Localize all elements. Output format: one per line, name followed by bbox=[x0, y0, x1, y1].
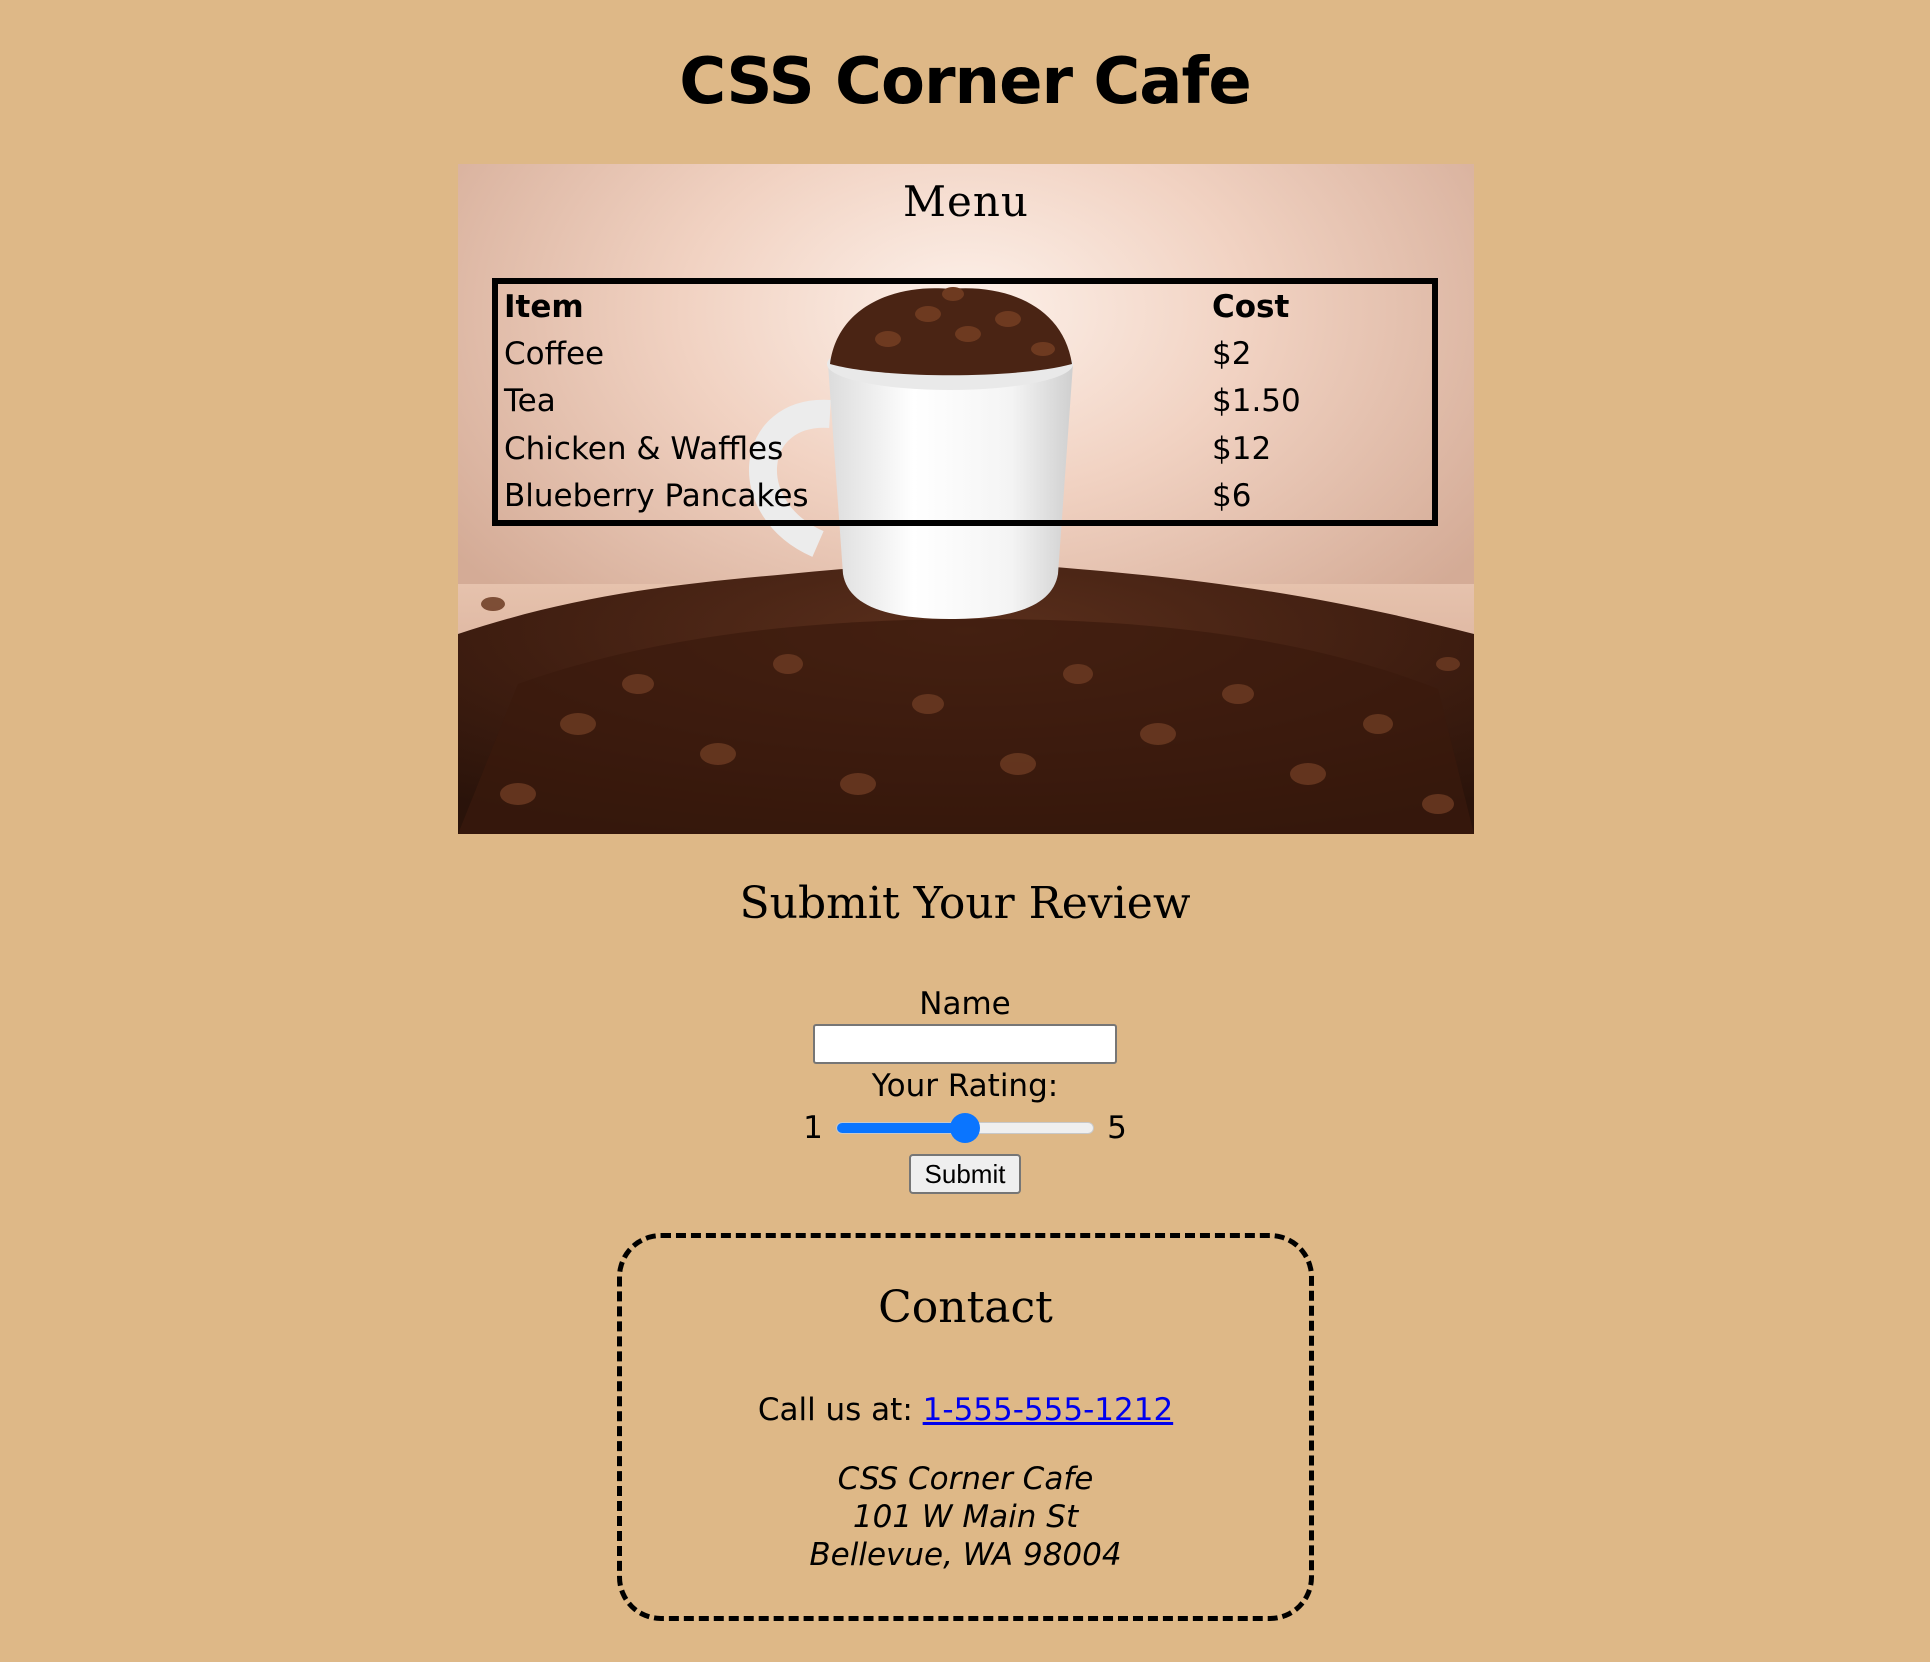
rating-label: Your Rating: bbox=[871, 1068, 1059, 1104]
review-form: Name Your Rating: 1 5 Submit bbox=[0, 984, 1930, 1194]
menu-table: Item Cost Coffee $2 Tea $1.50 Chicken & … bbox=[492, 278, 1438, 526]
submit-button[interactable]: Submit bbox=[908, 1154, 1022, 1194]
column-header-cost: Cost bbox=[1212, 289, 1290, 325]
rating-min-label: 1 bbox=[803, 1110, 823, 1146]
rating-row: 1 5 bbox=[0, 1106, 1930, 1150]
contact-box: Contact Call us at: 1-555-555-1212 CSS C… bbox=[617, 1233, 1314, 1621]
name-label: Name bbox=[919, 986, 1011, 1022]
address-line: Bellevue, WA 98004 bbox=[809, 1537, 1122, 1573]
call-line: Call us at: 1-555-555-1212 bbox=[622, 1390, 1309, 1430]
menu-item-name: Coffee bbox=[504, 335, 605, 372]
address: CSS Corner Cafe 101 W Main St Bellevue, … bbox=[622, 1460, 1309, 1574]
menu-item-cost: $6 bbox=[1212, 478, 1252, 515]
menu-item-cost: $1.50 bbox=[1212, 383, 1301, 420]
rating-slider-fill bbox=[837, 1123, 966, 1133]
menu-item-name: Blueberry Pancakes bbox=[504, 478, 809, 515]
phone-link[interactable]: 1-555-555-1212 bbox=[923, 1392, 1174, 1428]
menu-row: Coffee $2 bbox=[495, 330, 1435, 377]
page: CSS Corner Cafe Menu Item Cost Coffee $2… bbox=[0, 0, 1930, 1662]
address-line: 101 W Main St bbox=[852, 1499, 1079, 1535]
menu-item-name: Chicken & Waffles bbox=[504, 430, 784, 467]
contact-heading: Contact bbox=[878, 1282, 1053, 1333]
menu-item-name: Tea bbox=[504, 383, 556, 420]
call-prefix: Call us at: bbox=[757, 1392, 913, 1428]
menu-heading: Menu bbox=[903, 177, 1029, 226]
menu-item-cost: $2 bbox=[1212, 335, 1252, 372]
menu-header-row: Item Cost bbox=[495, 281, 1435, 330]
page-title: CSS Corner Cafe bbox=[679, 45, 1251, 119]
rating-max-label: 5 bbox=[1107, 1110, 1127, 1146]
menu-row: Chicken & Waffles $12 bbox=[495, 425, 1435, 472]
menu-row: Tea $1.50 bbox=[495, 377, 1435, 424]
menu-section: Menu Item Cost Coffee $2 Tea $1.50 Chick bbox=[458, 164, 1474, 834]
rating-slider-thumb[interactable] bbox=[950, 1113, 980, 1143]
menu-item-cost: $12 bbox=[1212, 430, 1272, 467]
review-heading: Submit Your Review bbox=[739, 878, 1191, 929]
menu-row: Blueberry Pancakes $6 bbox=[495, 472, 1435, 523]
column-header-item: Item bbox=[504, 289, 584, 325]
name-input[interactable] bbox=[813, 1024, 1117, 1064]
address-line: CSS Corner Cafe bbox=[837, 1461, 1094, 1497]
rating-slider[interactable] bbox=[836, 1112, 1094, 1144]
